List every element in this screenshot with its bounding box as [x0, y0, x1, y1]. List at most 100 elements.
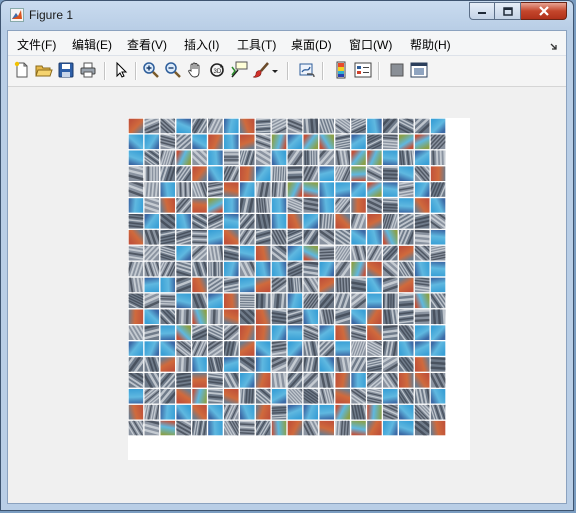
filter-patch — [351, 420, 366, 436]
filter-patch — [192, 404, 207, 420]
filter-patch — [160, 341, 176, 356]
filter-patch — [319, 182, 335, 197]
filter-patch — [383, 420, 398, 436]
filter-patch — [335, 388, 350, 404]
filter-patch — [255, 245, 271, 261]
figure-canvas[interactable] — [8, 87, 566, 503]
hide-plot-tools-icon[interactable] — [388, 61, 406, 79]
new-figure-icon[interactable] — [13, 61, 31, 79]
brush-icon[interactable] — [252, 61, 270, 79]
rotate-3d-icon[interactable]: 3D — [208, 61, 226, 79]
filter-patch — [398, 134, 414, 150]
filter-patch — [303, 309, 319, 325]
filter-patch — [239, 277, 255, 293]
filter-patch — [160, 420, 176, 436]
open-file-icon[interactable] — [35, 61, 53, 79]
zoom-in-icon[interactable] — [142, 61, 160, 79]
matlab-logo-icon — [10, 8, 24, 22]
filter-patch — [430, 388, 446, 404]
menu-desktop[interactable]: 桌面(D) — [291, 36, 332, 53]
filter-patch — [271, 261, 287, 277]
filter-patch — [224, 134, 239, 150]
zoom-out-icon[interactable] — [164, 61, 182, 79]
filter-patch — [319, 134, 335, 150]
figure-toolbar: 3D — [8, 56, 566, 87]
maximize-icon — [502, 6, 513, 16]
filter-patch — [335, 325, 350, 340]
filter-patch — [176, 404, 191, 420]
menu-edit[interactable]: 编辑(E) — [72, 36, 112, 53]
filter-patch — [239, 325, 255, 340]
filter-patch — [128, 309, 144, 325]
filter-patch — [271, 134, 287, 150]
filter-patch — [367, 420, 382, 436]
filter-patch — [224, 198, 239, 213]
filter-patch — [398, 245, 414, 261]
filter-patch — [224, 357, 239, 372]
menu-help[interactable]: 帮助(H) — [410, 36, 451, 53]
insert-colorbar-icon[interactable] — [332, 61, 350, 79]
close-button[interactable] — [521, 2, 567, 20]
filter-patch — [239, 166, 255, 181]
filter-patch — [367, 404, 382, 420]
menu-window[interactable]: 窗口(W) — [349, 36, 392, 53]
filter-patch — [303, 182, 319, 197]
pan-icon[interactable] — [186, 61, 204, 79]
filter-patch — [430, 325, 446, 340]
filter-patch — [335, 182, 350, 197]
filter-patch — [430, 261, 446, 277]
menu-view[interactable]: 查看(V) — [127, 36, 167, 53]
filter-patch — [430, 166, 446, 181]
filter-patch — [224, 309, 239, 325]
filter-patch — [398, 341, 414, 356]
filter-patch — [255, 261, 271, 277]
filter-patch — [351, 229, 366, 245]
filter-patch — [176, 325, 191, 340]
insert-legend-icon[interactable] — [354, 61, 372, 79]
filter-patch — [208, 134, 223, 150]
filter-patch — [351, 309, 366, 325]
filter-patch — [271, 420, 287, 436]
filter-patch — [303, 214, 319, 229]
edit-plot-icon[interactable] — [112, 61, 130, 79]
filter-patch — [367, 214, 382, 229]
filter-patch — [192, 373, 207, 388]
filter-patch — [398, 198, 414, 213]
menu-insert[interactable]: 插入(I) — [184, 36, 219, 53]
filter-patch — [367, 150, 382, 166]
filter-patch — [239, 404, 255, 420]
link-plot-icon[interactable] — [298, 61, 316, 79]
filter-patch — [335, 214, 350, 229]
filter-patch — [319, 357, 335, 372]
data-cursor-icon[interactable] — [230, 61, 248, 79]
dock-arrow-icon[interactable] — [550, 38, 558, 50]
filter-patch — [176, 118, 191, 134]
filter-patch — [303, 134, 319, 150]
menu-tools[interactable]: 工具(T) — [237, 36, 276, 53]
window-title: Figure 1 — [29, 8, 74, 22]
menu-file[interactable]: 文件(F) — [17, 36, 56, 53]
show-plot-tools-icon[interactable] — [410, 61, 428, 79]
filter-patch — [255, 404, 271, 420]
minimize-button[interactable] — [469, 2, 495, 20]
filter-patch — [287, 420, 303, 436]
filter-patch — [224, 182, 239, 197]
maximize-button[interactable] — [495, 2, 521, 20]
filter-patch — [224, 388, 239, 404]
filter-patch — [383, 182, 398, 197]
filter-patch — [319, 261, 335, 277]
filter-patch — [287, 341, 303, 356]
close-icon — [538, 6, 549, 16]
filter-patch — [255, 309, 271, 325]
save-icon[interactable] — [57, 61, 75, 79]
filter-patch — [351, 261, 366, 277]
filter-patch — [208, 229, 223, 245]
print-icon[interactable] — [79, 61, 97, 79]
filter-patch — [367, 325, 382, 340]
title-bar[interactable]: Figure 1 — [1, 1, 573, 30]
filter-patch — [239, 373, 255, 388]
brush-dropdown-icon[interactable] — [270, 61, 280, 79]
filter-patch — [239, 134, 255, 150]
filter-patch — [319, 325, 335, 340]
minimize-icon — [478, 12, 486, 14]
